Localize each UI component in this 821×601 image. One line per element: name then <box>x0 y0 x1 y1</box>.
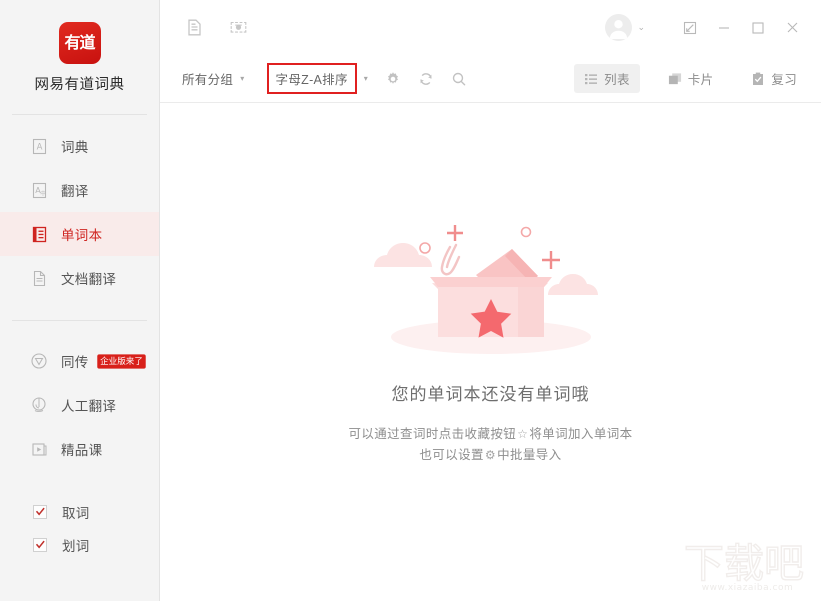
sort-filter-label: 字母Z-A排序 <box>275 73 348 87</box>
tab-label: 复习 <box>771 73 797 87</box>
cards-icon <box>668 72 682 86</box>
settings-gear-icon: ⚙ <box>484 448 497 462</box>
toolbar-filters: 所有分组 ▾ 字母Z-A排序 ▾ <box>182 63 467 94</box>
sidebar-item-label: 文档翻译 <box>61 272 117 287</box>
view-mode-tabs: 列表 卡片 复习 <box>574 64 807 93</box>
avatar[interactable] <box>605 14 633 41</box>
favorite-star-icon: ☆ <box>517 427 529 441</box>
window-controls-area: ⌄ <box>605 13 807 43</box>
empty-state-hint: 可以通过查词时点击收藏按钮☆将单词加入单词本 也可以设置⚙中批量导入 <box>348 424 632 466</box>
titlebar: ⌄ <box>160 0 821 55</box>
capture-word-checkbox[interactable] <box>33 504 47 519</box>
sidebar-item-document-translate[interactable]: 文档翻译 <box>0 256 159 300</box>
maximize-button[interactable] <box>743 13 773 43</box>
sort-highlight-box[interactable]: 字母Z-A排序 <box>266 63 357 94</box>
option-row-capture-word[interactable]: 取词 <box>0 495 160 528</box>
hint-line1-before: 可以通过查词时点击收藏按钮 <box>348 427 517 441</box>
sidebar-nav-secondary: 同传 企业版来了 人工翻译 精品课 <box>0 339 159 471</box>
tab-list-view[interactable]: 列表 <box>574 64 640 93</box>
course-icon <box>30 440 48 458</box>
empty-state-title: 您的单词本还没有单词哦 <box>391 385 590 404</box>
tab-label: 列表 <box>604 73 630 87</box>
option-row-select-word[interactable]: 划词 <box>0 528 160 561</box>
group-filter-dropdown[interactable]: 所有分组 ▾ <box>182 69 245 88</box>
youdao-logo-icon: 有道 <box>58 22 101 64</box>
sidebar-item-simultaneous-interpretation[interactable]: 同传 企业版来了 <box>0 339 159 383</box>
sidebar-item-translate[interactable]: A 中 翻译 <box>0 168 159 212</box>
wordbook-empty-state: 您的单词本还没有单词哦 可以通过查词时点击收藏按钮☆将单词加入单词本 也可以设置… <box>160 103 821 601</box>
wordbook-icon <box>30 225 48 243</box>
wordbook-toolbar: 所有分组 ▾ 字母Z-A排序 ▾ 列表 卡片 复习 <box>160 55 821 103</box>
enterprise-badge: 企业版来了 <box>96 353 146 369</box>
hint-line2-before: 也可以设置 <box>419 448 484 462</box>
sort-filter-dropdown[interactable]: 字母Z-A排序 ▾ <box>266 63 369 94</box>
chevron-down-icon[interactable]: ⌄ <box>637 23 645 32</box>
sidebar-item-label: 词典 <box>61 140 89 155</box>
sidebar: 有道 网易有道词典 A 词典 A 中 翻译 单词本 文档翻译 同传 企业版来了 … <box>0 0 160 601</box>
tab-card-view[interactable]: 卡片 <box>658 64 724 93</box>
group-filter-label: 所有分组 <box>182 73 234 87</box>
sidebar-options: 取词 划词 <box>0 495 160 561</box>
sidebar-item-label: 翻译 <box>61 184 89 199</box>
empty-box-illustration <box>366 215 616 370</box>
titlebar-tools <box>184 18 248 38</box>
sidebar-divider <box>12 114 147 115</box>
option-label: 划词 <box>62 538 90 554</box>
sidebar-item-dictionary[interactable]: A 词典 <box>0 124 159 168</box>
close-button[interactable] <box>777 13 807 43</box>
screenshot-icon[interactable] <box>228 18 248 38</box>
translate-icon: A 中 <box>30 181 48 199</box>
sidebar-item-wordbook[interactable]: 单词本 <box>0 212 159 256</box>
sidebar-item-human-translation[interactable]: 人工翻译 <box>0 383 159 427</box>
sidebar-nav-primary: A 词典 A 中 翻译 单词本 文档翻译 <box>0 124 159 300</box>
select-word-checkbox[interactable] <box>33 537 47 552</box>
sidebar-item-label: 精品课 <box>61 443 103 458</box>
sidebar-divider-2 <box>12 320 147 321</box>
dictionary-icon: A <box>30 137 48 155</box>
app-window: 有道 网易有道词典 A 词典 A 中 翻译 单词本 文档翻译 同传 企业版来了 … <box>0 0 821 601</box>
brand-block: 有道 网易有道词典 <box>0 0 159 94</box>
account-menu[interactable]: ⌄ <box>605 14 645 41</box>
sidebar-item-course[interactable]: 精品课 <box>0 427 159 471</box>
sidebar-item-label: 单词本 <box>61 228 103 243</box>
chevron-down-icon: ▾ <box>240 73 245 83</box>
tab-review-view[interactable]: 复习 <box>741 64 807 93</box>
chevron-down-icon: ▾ <box>363 73 369 83</box>
simultaneous-interpretation-icon <box>30 352 48 370</box>
gear-icon[interactable] <box>384 70 401 87</box>
main-panel: ⌄ 所有分组 ▾ 字母Z-A排序 ▾ 列表 卡片 复习 您的单词本还没有单词哦 … <box>160 0 821 601</box>
tab-label: 卡片 <box>687 73 714 87</box>
hint-line2-after: 中批量导入 <box>497 448 562 462</box>
document-icon[interactable] <box>184 18 204 38</box>
minimize-button[interactable] <box>709 13 739 43</box>
search-icon[interactable] <box>450 70 467 87</box>
refresh-icon[interactable] <box>417 70 434 87</box>
hint-line1-after: 将单词加入单词本 <box>529 427 633 441</box>
logo-glyph: 有道 <box>64 33 95 52</box>
sidebar-item-label: 人工翻译 <box>61 399 117 414</box>
brand-name: 网易有道词典 <box>34 77 125 93</box>
list-icon <box>584 72 598 86</box>
sidebar-item-label: 同传 <box>61 355 89 370</box>
human-translation-icon <box>30 396 48 414</box>
document-translate-icon <box>30 269 48 287</box>
option-label: 取词 <box>62 505 90 521</box>
svg-text:中: 中 <box>40 189 46 197</box>
review-icon <box>751 72 765 86</box>
svg-text:A: A <box>36 142 42 152</box>
mini-mode-button[interactable] <box>675 13 705 43</box>
